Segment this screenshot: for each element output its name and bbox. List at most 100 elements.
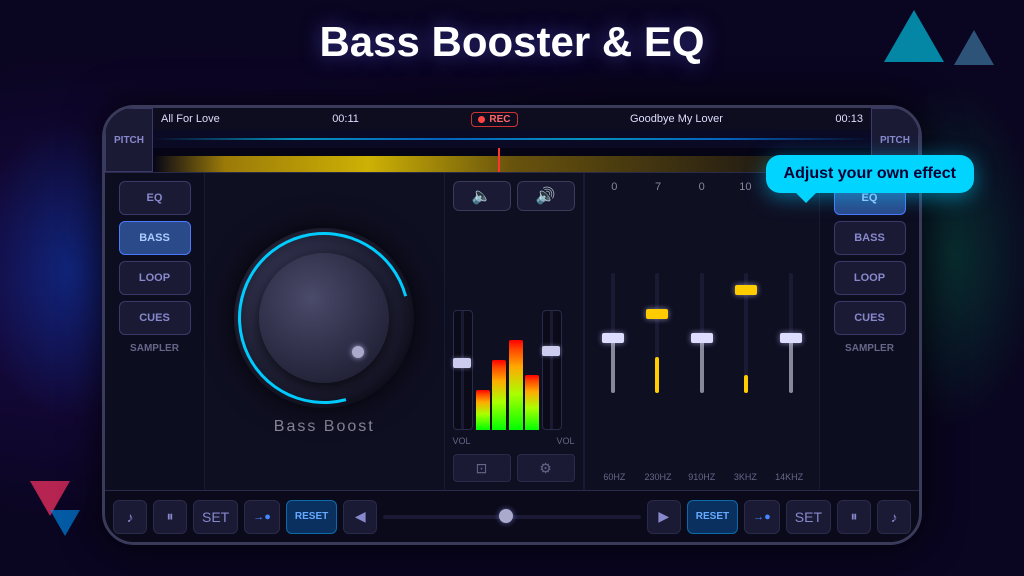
rec-button[interactable]: REC — [471, 112, 517, 127]
deco-triangle-4 — [50, 510, 80, 536]
vu-thumb-right[interactable] — [542, 346, 560, 356]
waveform-section: All For Love 00:11 REC Goodbye My Lover … — [153, 108, 871, 172]
eq-val-3: 10 — [725, 181, 765, 193]
vu-slider-left[interactable] — [453, 310, 473, 430]
rec-label: REC — [489, 114, 510, 125]
vu-bar-3 — [509, 340, 523, 430]
music-icon-left: ♪ — [127, 509, 134, 525]
waveform-top — [153, 130, 871, 148]
tooltip-text: Adjust your own effect — [784, 165, 956, 182]
reset-btn-left[interactable]: RESET — [286, 500, 337, 534]
eq-track-0 — [611, 273, 615, 393]
transport-thumb[interactable] — [499, 509, 513, 523]
vu-controls: 🔈 🔊 — [453, 181, 575, 211]
sampler-label-left: SAMPLER — [130, 343, 179, 354]
eq-val-2: 0 — [682, 181, 722, 193]
transport-bar: ♪ ⏸ SET →● RESET ◀ ▶ RESET →● SET ⏸ — [105, 490, 919, 542]
eq-slider-230hz[interactable] — [637, 273, 678, 393]
eq-thumb-4[interactable] — [780, 333, 802, 343]
eq-slider-60hz[interactable] — [593, 273, 634, 393]
eq-sliders — [593, 197, 812, 468]
arrow-btn-left[interactable]: →● — [244, 500, 280, 534]
eq-track-3 — [744, 273, 748, 393]
eq-thumb-0[interactable] — [602, 333, 624, 343]
set-btn-right[interactable]: SET — [786, 500, 831, 534]
vu-bars-left — [476, 310, 506, 430]
eq-btn-left[interactable]: EQ — [119, 181, 191, 215]
knob-area: Bass Boost — [205, 173, 444, 490]
eq-freq-1: 230HZ — [638, 472, 678, 482]
left-panel: EQ BASS LOOP CUES SAMPLER — [105, 173, 205, 490]
music-btn-right[interactable]: ♪ — [877, 500, 911, 534]
vu-track-left — [461, 311, 464, 429]
eq-fill-1 — [655, 357, 659, 393]
settings-icon: ⚙ — [539, 460, 552, 477]
seek-right-btn[interactable]: ▶ — [647, 500, 681, 534]
pause-btn-right[interactable]: ⏸ — [837, 500, 871, 534]
eq-freq-4: 14KHZ — [769, 472, 809, 482]
vu-slider-right[interactable] — [542, 310, 562, 430]
knob-inner[interactable] — [259, 253, 389, 383]
cues-btn-right[interactable]: CUES — [834, 301, 906, 335]
playhead — [498, 148, 500, 172]
eq-thumb-3[interactable] — [735, 285, 757, 295]
pause-btn-left[interactable]: ⏸ — [153, 500, 187, 534]
vu-meters — [453, 219, 575, 430]
eq-slider-910hz[interactable] — [682, 273, 723, 393]
cues-btn-left[interactable]: CUES — [119, 301, 191, 335]
eq-val-1: 7 — [638, 181, 678, 193]
vu-bottom-btns: ⊡ ⚙ — [453, 454, 575, 482]
volume-up-icon: 🔊 — [536, 186, 556, 206]
track-name-right: Goodbye My Lover — [630, 113, 723, 125]
tooltip-bubble: Adjust your own effect — [766, 155, 974, 193]
main-content: EQ BASS LOOP CUES SAMPLER Bass Boost — [105, 173, 919, 490]
eq-val-0: 0 — [594, 181, 634, 193]
eq-slider-3khz[interactable] — [726, 273, 767, 393]
arrow-btn-right[interactable]: →● — [744, 500, 780, 534]
reset-btn-right[interactable]: RESET — [687, 500, 738, 534]
eq-track-1 — [655, 273, 659, 393]
vu-settings-btn[interactable]: ⚙ — [517, 454, 575, 482]
camera-icon: ⊡ — [476, 460, 488, 477]
eq-freq-2: 910HZ — [682, 472, 722, 482]
pause-icon-left: ⏸ — [167, 508, 174, 525]
vu-panel: 🔈 🔊 — [444, 173, 584, 490]
loop-btn-left[interactable]: LOOP — [119, 261, 191, 295]
waveform-yellow — [153, 156, 871, 172]
vu-bars-right — [509, 310, 539, 430]
vol-label-right: VOL — [556, 436, 574, 446]
knob-container[interactable] — [234, 228, 414, 408]
music-icon-right: ♪ — [891, 509, 898, 525]
eq-fill-3 — [744, 375, 748, 393]
pause-icon-right: ⏸ — [851, 508, 858, 525]
volume-down-icon: 🔈 — [472, 186, 492, 206]
eq-slider-14khz[interactable] — [771, 273, 812, 393]
vu-camera-btn[interactable]: ⊡ — [453, 454, 511, 482]
seek-left-btn[interactable]: ◀ — [343, 500, 377, 534]
page-title: Bass Booster & EQ — [0, 18, 1024, 66]
waveform-canvas — [153, 130, 871, 172]
eq-freq-0: 60HZ — [594, 472, 634, 482]
loop-btn-right[interactable]: LOOP — [834, 261, 906, 295]
bass-btn-right[interactable]: BASS — [834, 221, 906, 255]
transport-slider[interactable] — [383, 515, 641, 519]
vu-bar-1 — [476, 390, 490, 430]
vu-thumb-left[interactable] — [453, 358, 471, 368]
set-btn-left[interactable]: SET — [193, 500, 238, 534]
volume-up-btn[interactable]: 🔊 — [517, 181, 575, 211]
seek-left-icon: ◀ — [355, 508, 366, 525]
eq-thumb-1[interactable] — [646, 309, 668, 319]
vol-label-left: VOL — [453, 436, 471, 446]
vu-track-right — [550, 311, 553, 429]
volume-down-btn[interactable]: 🔈 — [453, 181, 511, 211]
rec-dot — [478, 116, 485, 123]
pitch-btn-left[interactable]: PITCH — [105, 108, 153, 172]
track-time-right: 00:13 — [835, 113, 863, 125]
knob-outer[interactable] — [234, 228, 414, 408]
bass-btn-left[interactable]: BASS — [119, 221, 191, 255]
eq-freq-3: 3KHZ — [725, 472, 765, 482]
track-name-left: All For Love — [161, 113, 220, 125]
track-header: All For Love 00:11 REC Goodbye My Lover … — [153, 108, 871, 130]
music-btn-left[interactable]: ♪ — [113, 500, 147, 534]
eq-thumb-2[interactable] — [691, 333, 713, 343]
